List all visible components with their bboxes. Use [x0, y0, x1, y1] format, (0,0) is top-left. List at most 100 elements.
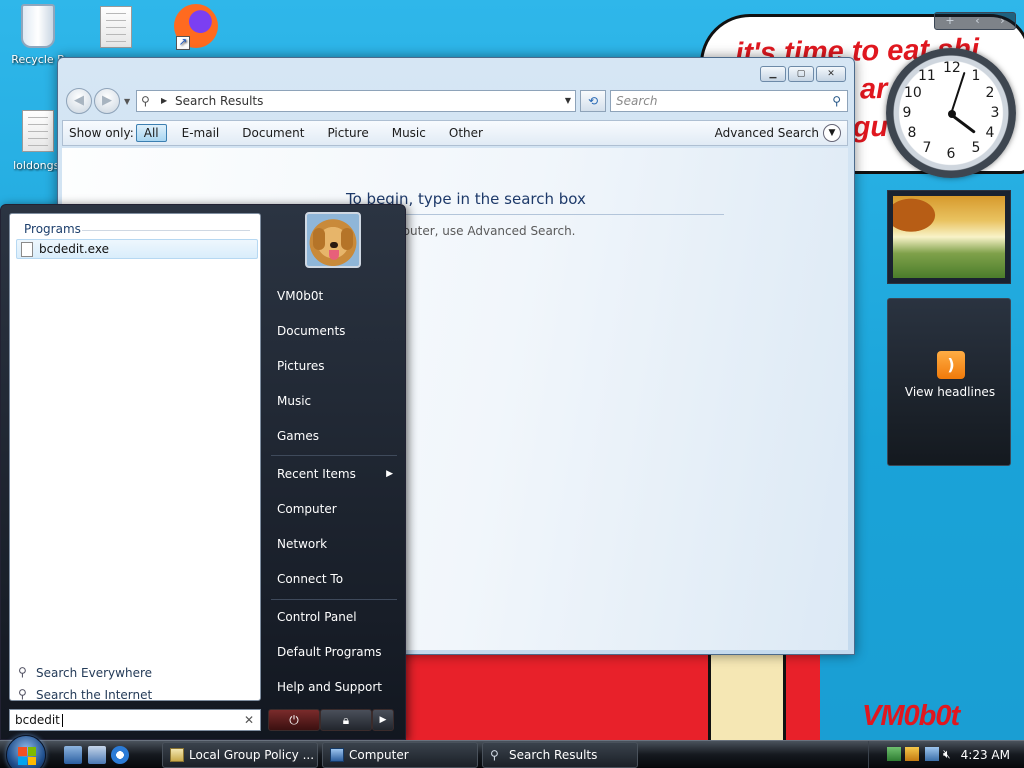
avatar-ear [341, 228, 353, 250]
shutdown-options-button[interactable]: ▶ [372, 709, 394, 731]
program-result-item[interactable]: bcdedit.exe [16, 239, 258, 259]
clock-number: 12 [943, 60, 961, 76]
wallpaper-signature: VM0b0t [862, 700, 960, 732]
clear-search-icon[interactable]: ✕ [244, 710, 254, 730]
taskbar: Local Group Policy ... Computer ⚲ Search… [0, 735, 1024, 768]
view-headlines-label[interactable]: View headlines [888, 385, 1012, 399]
taskbar-button-label: Computer [349, 748, 409, 762]
start-item-control-panel[interactable]: Control Panel [267, 603, 401, 631]
minimize-button[interactable]: ▁ [760, 66, 786, 82]
clock-number: 8 [907, 125, 917, 141]
sidebar-next-button[interactable]: › [1000, 13, 1004, 29]
clock-number: 6 [946, 146, 956, 162]
refresh-icon: ⟲ [587, 94, 599, 108]
start-item-connect-to[interactable]: Connect To [267, 565, 401, 593]
start-item-network[interactable]: Network [267, 530, 401, 558]
start-item-pictures[interactable]: Pictures [267, 352, 401, 380]
search-placeholder: Search [616, 94, 658, 108]
show-desktop-icon[interactable] [64, 746, 82, 764]
desktop-icon-label: loldongs. [13, 159, 63, 172]
maximize-button[interactable]: ▢ [788, 66, 814, 82]
sidebar-prev-button[interactable]: ‹ [975, 13, 979, 29]
switch-windows-icon[interactable] [88, 746, 106, 764]
recent-pages-dropdown[interactable]: ▼ [124, 97, 130, 106]
clock-minute-hand [950, 71, 966, 115]
submenu-arrow-icon: ▶ [386, 469, 393, 479]
search-icon: ⚲ [490, 748, 499, 762]
refresh-button[interactable]: ⟲ [580, 90, 606, 112]
feed-headlines-gadget[interactable]: ) View headlines [887, 298, 1011, 466]
search-internet-link[interactable]: ⚲ Search the Internet [18, 687, 152, 702]
start-search-input[interactable]: bcdedit ✕ [9, 709, 261, 731]
clock-gadget[interactable]: 12 1 2 3 4 5 6 7 8 9 10 11 [886, 48, 1016, 178]
divider [82, 230, 250, 231]
search-icon: ⚲ [18, 665, 27, 679]
clock-number: 2 [985, 85, 995, 101]
search-input[interactable]: Search ⚲ [610, 90, 848, 112]
add-gadget-button[interactable]: + [945, 13, 954, 29]
sidebar-toolbar: + ‹ › [934, 12, 1016, 30]
taskbar-button-search-results[interactable]: ⚲ Search Results [482, 742, 638, 768]
clock-number: 7 [922, 140, 932, 156]
clock-number: 11 [918, 68, 936, 84]
start-item-games[interactable]: Games [267, 422, 401, 450]
slideshow-gadget[interactable] [887, 190, 1011, 284]
recycle-bin-icon [21, 4, 55, 48]
power-icon: ⏻ [289, 713, 299, 727]
forward-arrow-icon: ▶ [102, 93, 112, 108]
security-center-icon[interactable] [887, 747, 901, 761]
start-menu-results-pane: Programs bcdedit.exe ⚲ Search Everywhere… [9, 213, 261, 702]
recent-items-label: Recent Items [277, 467, 356, 481]
clock-number: 5 [971, 140, 981, 156]
advanced-search-button[interactable]: Advanced Search ▼ [715, 124, 841, 142]
address-bar[interactable]: ⚲ ▶ Search Results ▼ [136, 90, 576, 112]
programs-header: Programs [24, 222, 81, 236]
start-item-documents[interactable]: Documents [267, 317, 401, 345]
user-avatar[interactable] [305, 212, 361, 268]
policy-tray-icon[interactable] [905, 747, 919, 761]
taskbar-button-group-policy[interactable]: Local Group Policy ... [162, 742, 318, 768]
start-item-computer[interactable]: Computer [267, 495, 401, 523]
filter-other[interactable]: Other [441, 124, 491, 142]
taskbar-button-label: Local Group Policy ... [189, 748, 315, 762]
close-button[interactable]: ✕ [816, 66, 846, 82]
start-item-music[interactable]: Music [267, 387, 401, 415]
start-item-help-and-support[interactable]: Help and Support [267, 673, 401, 701]
internet-explorer-icon[interactable] [111, 746, 129, 764]
desktop-icon-text-document[interactable] [80, 6, 152, 55]
rss-feed-icon: ) [937, 351, 965, 379]
notification-area: 🔇︎ 4:23 AM [868, 741, 1024, 768]
text-caret [61, 714, 63, 727]
filter-music[interactable]: Music [384, 124, 434, 142]
search-everywhere-label: Search Everywhere [36, 666, 152, 680]
filter-document[interactable]: Document [234, 124, 312, 142]
clock-number: 4 [985, 125, 995, 141]
address-dropdown-icon[interactable]: ▼ [565, 91, 571, 111]
start-button[interactable] [6, 735, 46, 768]
filter-email[interactable]: E-mail [174, 124, 228, 142]
desktop-icon-firefox[interactable]: ↗ [158, 4, 230, 53]
start-item-recent-items[interactable]: Recent Items ▶ [267, 460, 401, 488]
forward-button[interactable]: ▶ [94, 88, 120, 114]
start-item-default-programs[interactable]: Default Programs [267, 638, 401, 666]
text-document-icon [22, 110, 54, 152]
clock-number: 9 [902, 105, 912, 121]
lock-button[interactable]: 🔒︎ [320, 709, 372, 731]
taskbar-clock[interactable]: 4:23 AM [961, 741, 1010, 768]
filter-all[interactable]: All [135, 124, 167, 142]
back-button[interactable]: ◀ [66, 88, 92, 114]
volume-muted-icon[interactable]: 🔇︎ [943, 747, 957, 761]
taskbar-button-computer[interactable]: Computer [322, 742, 478, 768]
network-icon[interactable] [925, 747, 939, 761]
filter-picture[interactable]: Picture [319, 124, 376, 142]
power-button[interactable]: ⏻ [268, 709, 320, 731]
program-result-label: bcdedit.exe [39, 242, 109, 256]
breadcrumb-arrow-icon[interactable]: ▶ [161, 91, 167, 111]
advanced-search-label: Advanced Search [714, 126, 819, 140]
clock-center-pin [948, 110, 956, 118]
search-icon[interactable]: ⚲ [832, 91, 841, 111]
start-item-user[interactable]: VM0b0t [267, 282, 401, 310]
navigation-bar: ◀ ▶ ▼ ⚲ ▶ Search Results ▼ ⟲ Search ⚲ [66, 88, 848, 116]
clock-number: 10 [904, 85, 922, 101]
search-everywhere-link[interactable]: ⚲ Search Everywhere [18, 665, 152, 680]
